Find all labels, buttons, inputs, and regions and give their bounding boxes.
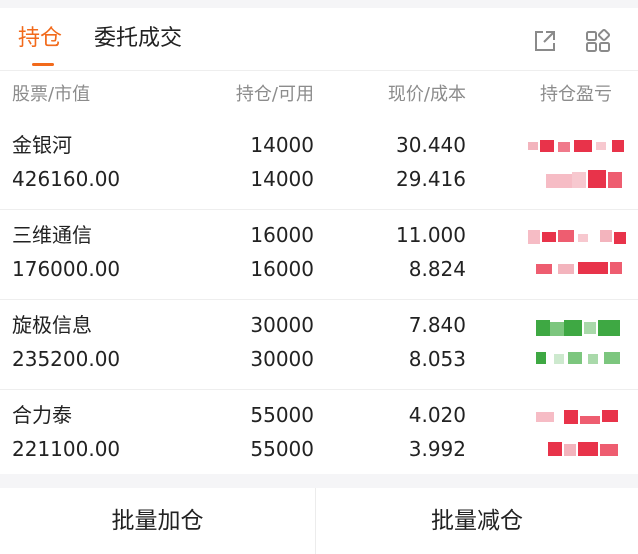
position-qty: 16000 <box>250 223 314 247</box>
batch-add-button[interactable]: 批量加仓 <box>0 488 315 554</box>
table-header: 股票/市值 持仓/可用 现价/成本 持仓盈亏 <box>0 80 638 110</box>
active-tab-indicator <box>32 63 54 66</box>
available-qty: 14000 <box>250 167 314 191</box>
grid-icon[interactable] <box>585 28 611 54</box>
column-header-pnl[interactable]: 持仓盈亏 <box>540 80 612 110</box>
cost-price: 29.416 <box>396 167 466 191</box>
market-value: 221100.00 <box>12 437 121 461</box>
pnl-masked <box>528 316 628 378</box>
position-qty: 30000 <box>250 313 314 337</box>
stock-name: 三维通信 <box>12 223 92 247</box>
stock-name: 金银河 <box>12 133 72 157</box>
available-qty: 30000 <box>250 347 314 371</box>
current-price: 30.440 <box>396 133 466 157</box>
tab-bar: 持仓 委托成交 <box>0 8 638 66</box>
tabs-divider <box>0 70 638 71</box>
stock-name: 旋极信息 <box>12 313 92 337</box>
table-row[interactable]: 三维通信 176000.00 16000 16000 11.000 8.824 <box>0 210 638 300</box>
positions-panel: 持仓 委托成交 股票/市值 持仓/可用 现价/成本 持仓盈亏 金银河 42616… <box>0 8 638 474</box>
current-price: 7.840 <box>408 313 466 337</box>
column-header-position: 持仓/可用 <box>235 84 314 105</box>
pnl-masked <box>528 226 628 288</box>
position-qty: 14000 <box>250 133 314 157</box>
market-value: 176000.00 <box>12 257 121 281</box>
available-qty: 55000 <box>250 437 314 461</box>
pnl-masked <box>528 406 628 468</box>
cost-price: 3.992 <box>408 437 466 461</box>
bottom-action-bar: 批量加仓 批量减仓 <box>0 488 638 554</box>
column-header-stock: 股票/市值 <box>12 84 91 105</box>
cost-price: 8.824 <box>408 257 466 281</box>
table-row[interactable]: 金银河 426160.00 14000 14000 30.440 29.416 <box>0 120 638 210</box>
position-qty: 55000 <box>250 403 314 427</box>
market-value: 235200.00 <box>12 347 121 371</box>
current-price: 11.000 <box>396 223 466 247</box>
share-icon[interactable] <box>532 28 558 54</box>
batch-reduce-button[interactable]: 批量减仓 <box>316 488 638 554</box>
cost-price: 8.053 <box>408 347 466 371</box>
stock-name: 合力泰 <box>12 403 72 427</box>
table-row[interactable]: 旋极信息 235200.00 30000 30000 7.840 8.053 <box>0 300 638 390</box>
pnl-masked <box>528 136 628 198</box>
column-header-price: 现价/成本 <box>387 84 466 105</box>
market-value: 426160.00 <box>12 167 121 191</box>
available-qty: 16000 <box>250 257 314 281</box>
current-price: 4.020 <box>408 403 466 427</box>
tab-orders[interactable]: 委托成交 <box>94 24 182 54</box>
tab-positions[interactable]: 持仓 <box>18 24 62 54</box>
table-row[interactable]: 合力泰 221100.00 55000 55000 4.020 3.992 <box>0 390 638 480</box>
